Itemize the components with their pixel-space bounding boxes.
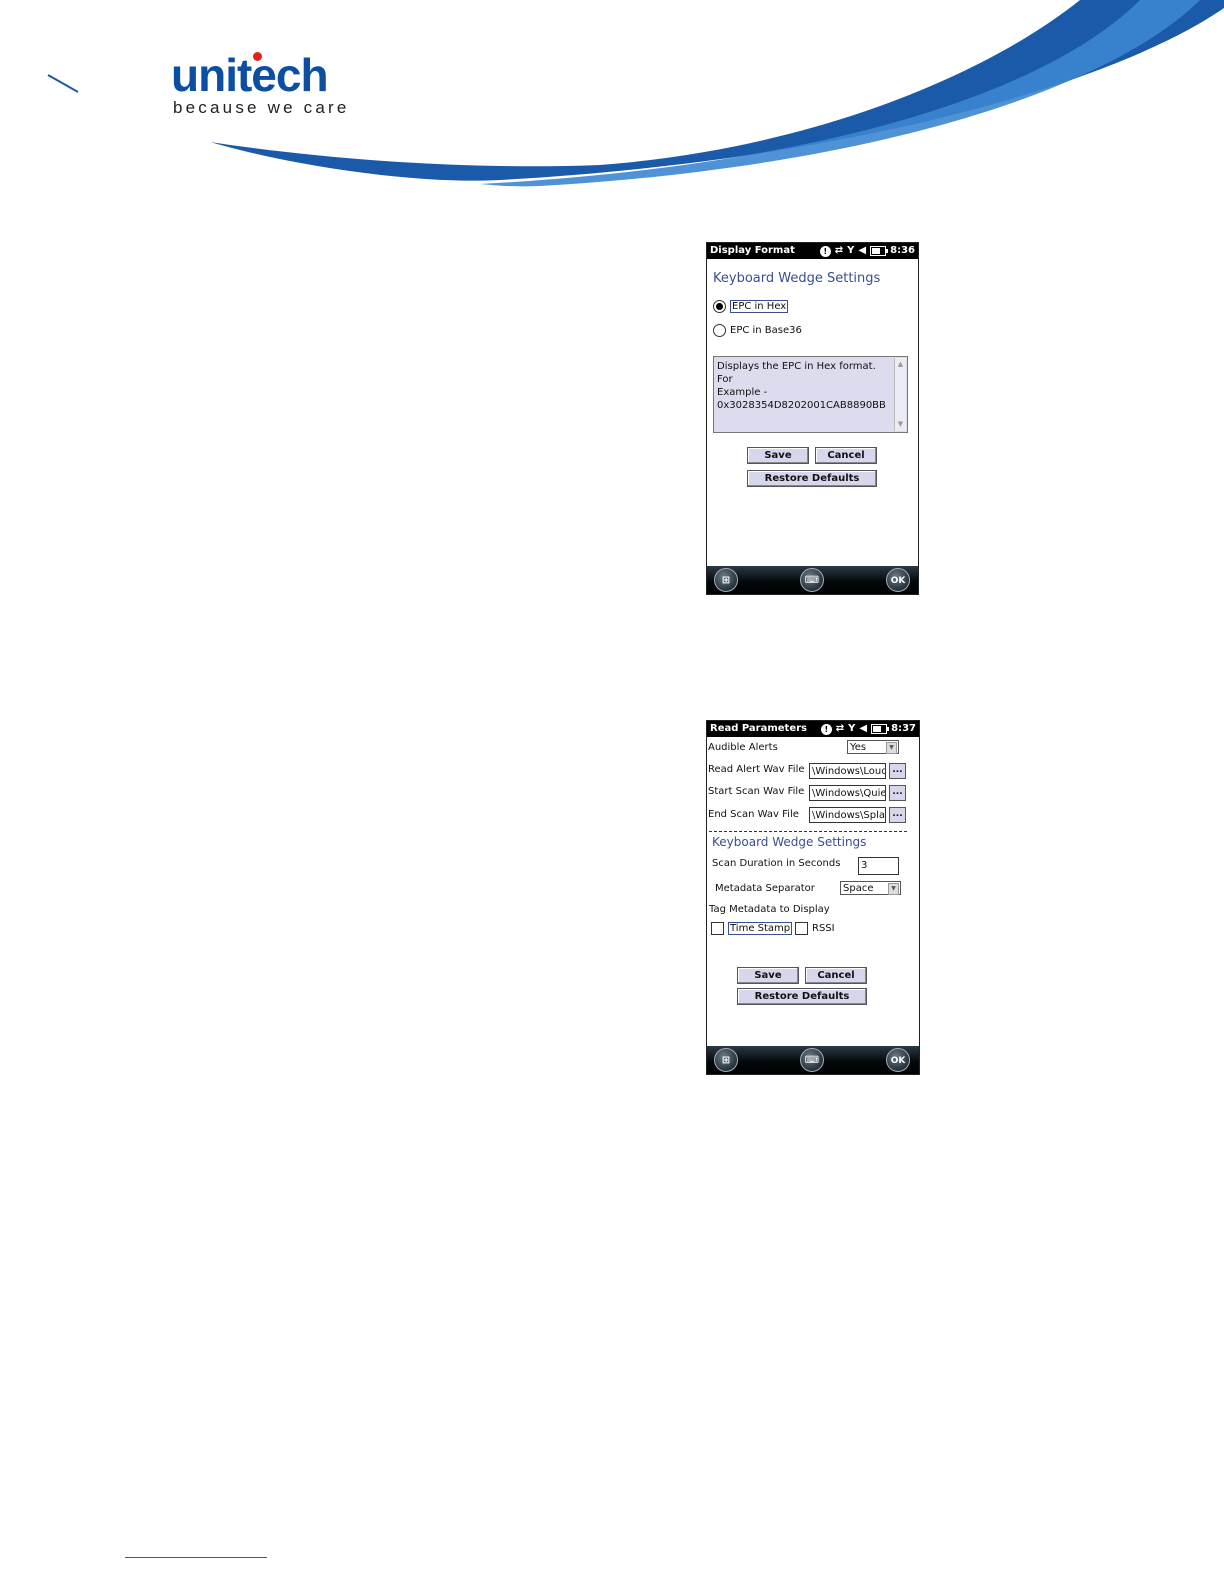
description-line: Displays the EPC in Hex format. For [717,361,876,385]
section-title: Keyboard Wedge Settings [713,271,881,286]
cancel-button[interactable]: Cancel [815,447,877,464]
clock[interactable]: 8:36 [890,243,915,259]
metadata-separator-label: Metadata Separator [715,883,815,894]
unitech-logo: unitech because we care [171,50,350,118]
status-icons: ! ⇄ Y ◀ 8:36 [819,243,915,259]
dropdown-arrow-icon[interactable]: ▼ [886,742,897,754]
ok-button[interactable]: OK [886,1048,910,1072]
scroll-down-icon[interactable]: ▼ [895,418,906,431]
read-alert-field[interactable]: \Windows\Loud [809,763,886,779]
scan-duration-field[interactable]: 3 [858,857,899,875]
radio-unselected-icon[interactable] [713,324,726,337]
section-divider [709,831,907,832]
speaker-mute-icon: ◀ [858,245,867,256]
status-title: Display Format [710,245,795,256]
start-scan-browse-button[interactable]: ... [889,785,906,801]
sync-icon: ⇄ [834,245,844,256]
metadata-separator-select[interactable]: Space ▼ [840,881,901,895]
checkbox-label: RSSI [812,923,835,934]
radio-selected-icon[interactable] [713,300,726,313]
read-alert-browse-button[interactable]: ... [889,763,906,779]
end-scan-browse-button[interactable]: ... [889,807,906,823]
tag-metadata-label: Tag Metadata to Display [709,904,830,915]
checkbox-icon[interactable] [795,922,808,935]
checkbox-icon[interactable] [711,922,724,935]
footer-link-underline [125,1557,267,1558]
dropdown-arrow-icon[interactable]: ▼ [888,883,899,895]
audible-alerts-select[interactable]: Yes ▼ [847,740,899,754]
battery-icon [870,246,889,256]
cancel-button[interactable]: Cancel [805,967,867,984]
option-label: EPC in Hex [730,300,789,313]
end-scan-label: End Scan Wav File [708,809,799,820]
battery-icon [871,724,890,734]
speaker-mute-icon: ◀ [859,723,868,734]
status-icons: ! ⇄ Y ◀ 8:37 [820,721,916,737]
option-epc-hex[interactable]: EPC in Hex [713,300,789,313]
keyboard-icon[interactable]: ⌨ [800,568,824,592]
logo-tagline: because we care [173,98,350,117]
select-value: Yes [850,742,867,753]
display-format-screen: Display Format ! ⇄ Y ◀ 8:36 Keyboard Wed… [706,242,919,595]
description-line: 0x3028354D8202001CAB8890BB [717,400,886,411]
notification-icon[interactable]: ! [819,245,831,257]
start-scan-label: Start Scan Wav File [708,786,805,797]
scrollbar[interactable]: ▲ ▼ [894,358,906,431]
option-label: EPC in Base36 [730,325,802,336]
restore-defaults-button[interactable]: Restore Defaults [737,988,867,1005]
description-box[interactable]: Displays the EPC in Hex format. For Exam… [713,356,908,433]
checkbox-rssi[interactable]: RSSI [795,922,835,935]
no-signal-icon: Y [848,723,856,734]
status-bar: Display Format ! ⇄ Y ◀ 8:36 [707,243,918,259]
sync-icon: ⇄ [835,723,845,734]
status-title: Read Parameters [710,723,808,734]
clock[interactable]: 8:37 [891,721,916,737]
save-button[interactable]: Save [747,447,809,464]
save-button[interactable]: Save [737,967,799,984]
section-title: Keyboard Wedge Settings [712,835,867,849]
select-value: Space [843,883,874,894]
status-bar: Read Parameters ! ⇄ Y ◀ 8:37 [707,721,919,737]
notification-icon[interactable]: ! [820,723,832,735]
taskbar: ⊞ ⌨ OK [707,566,918,594]
taskbar: ⊞ ⌨ OK [707,1046,919,1074]
scan-duration-label: Scan Duration in Seconds [712,858,841,869]
end-scan-field[interactable]: \Windows\Spla [809,807,886,823]
description-line: Example - [717,387,768,398]
option-epc-base36[interactable]: EPC in Base36 [713,324,802,337]
checkbox-label: Time Stamp [728,922,793,935]
keyboard-icon[interactable]: ⌨ [800,1048,824,1072]
audible-alerts-label: Audible Alerts [708,742,778,753]
restore-defaults-button[interactable]: Restore Defaults [747,470,877,487]
no-signal-icon: Y [847,245,855,256]
checkbox-time-stamp[interactable]: Time Stamp [711,922,793,935]
read-parameters-screen: Read Parameters ! ⇄ Y ◀ 8:37 Audible Ale… [706,720,920,1075]
scroll-up-icon[interactable]: ▲ [895,358,906,371]
ok-button[interactable]: OK [886,568,910,592]
logo-dot [253,52,262,61]
windows-start-icon[interactable]: ⊞ [714,568,738,592]
start-scan-field[interactable]: \Windows\Quie [809,785,886,801]
read-alert-label: Read Alert Wav File [708,764,805,775]
windows-start-icon[interactable]: ⊞ [714,1048,738,1072]
